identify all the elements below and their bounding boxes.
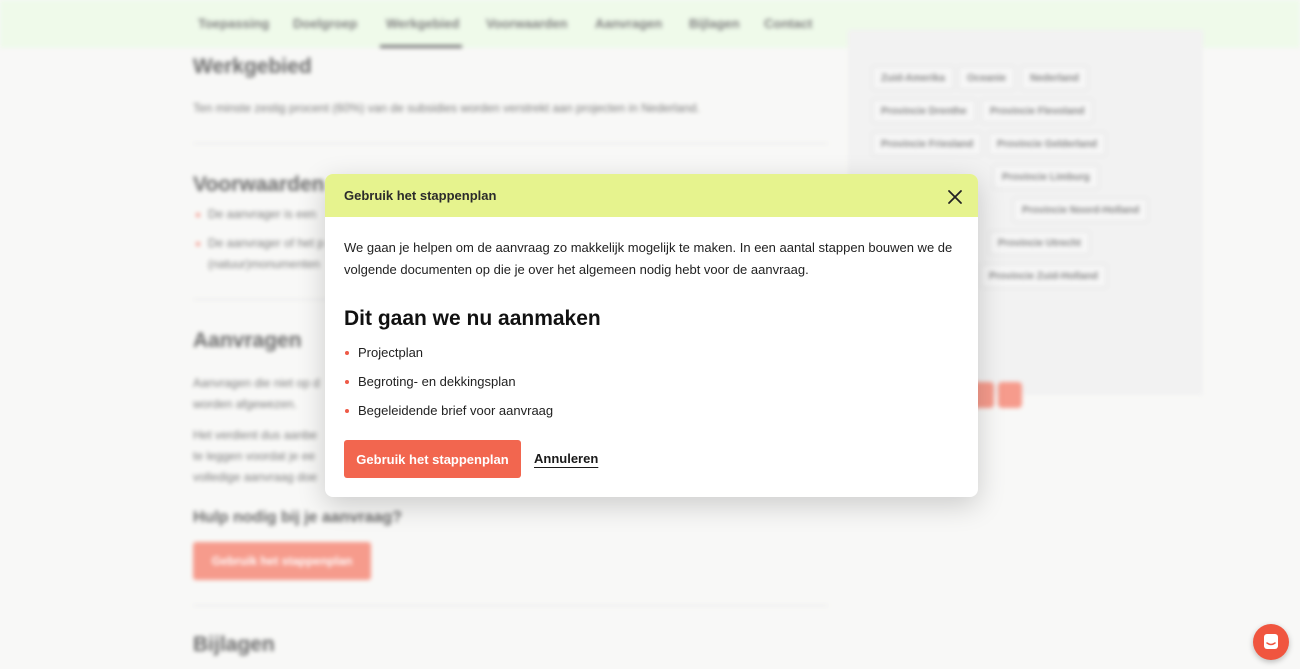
cancel-link[interactable]: Annuleren [534, 451, 598, 466]
bullet-icon [345, 351, 349, 355]
document-list-item: Begeleidende brief voor aanvraag [358, 403, 554, 418]
use-stappenplan-button[interactable]: Gebruik het stappenplan [344, 440, 521, 478]
document-list-item: Projectplan [358, 345, 424, 360]
close-icon[interactable] [943, 185, 967, 209]
modal-heading: Dit gaan we nu aanmaken [344, 307, 601, 330]
chat-launcher-button[interactable] [1253, 624, 1289, 660]
chat-icon [1264, 634, 1278, 649]
document-list-item: Begroting- en dekkingsplan [358, 374, 516, 389]
modal-title: Gebruik het stappenplan [344, 188, 497, 203]
modal-intro-text: We gaan je helpen om de aanvraag zo makk… [344, 240, 953, 277]
stappenplan-modal: Gebruik het stappenplan We gaan je helpe… [325, 174, 978, 497]
bullet-icon [345, 380, 349, 384]
modal-header: Gebruik het stappenplan [325, 174, 978, 217]
bullet-icon [345, 409, 349, 413]
